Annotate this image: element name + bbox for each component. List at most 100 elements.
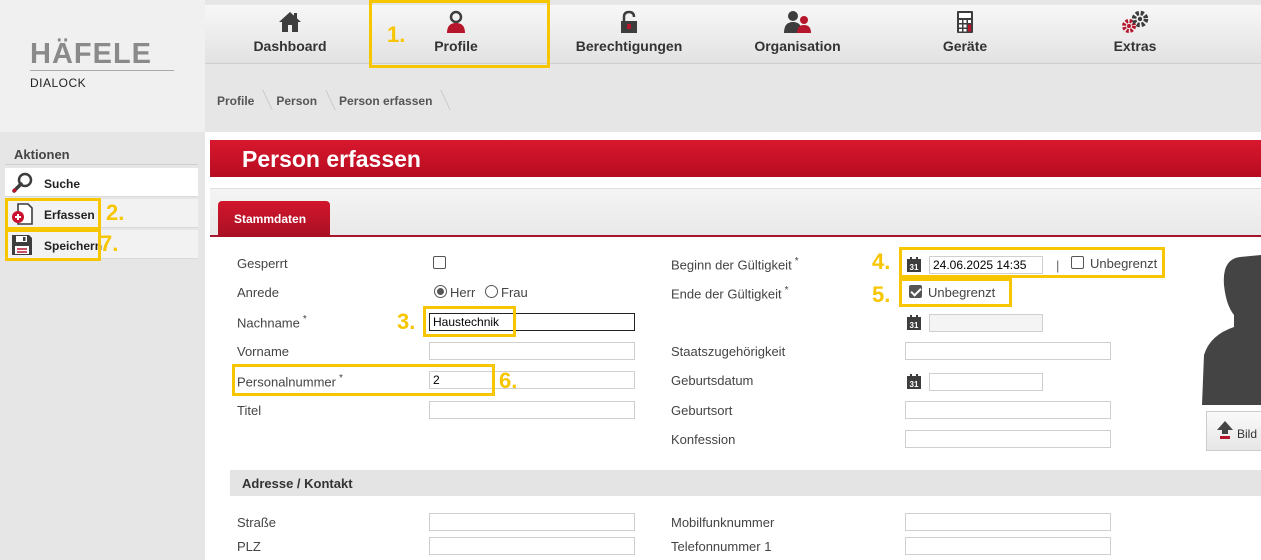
- breadcrumb: Profile Person Person erfassen: [217, 87, 452, 115]
- logo-area: HÄFELE DIALOCK: [0, 0, 205, 132]
- breadcrumb-person[interactable]: Person: [276, 94, 337, 108]
- required-marker: *: [302, 314, 307, 325]
- ende-date-input[interactable]: [929, 314, 1043, 332]
- nav-label: Dashboard: [253, 38, 327, 54]
- nav-berechtigungen[interactable]: Berechtigungen: [569, 10, 689, 62]
- date-separator: |: [1056, 258, 1060, 273]
- nav-label: Berechtigungen: [575, 38, 683, 54]
- actions-sidebar: Aktionen Suche Erfassen Speichern: [0, 132, 205, 560]
- mobilfunknummer-label: Mobilfunknummer: [671, 515, 775, 530]
- vorname-input[interactable]: [429, 342, 635, 360]
- annotation-number-5: 5.: [872, 282, 891, 307]
- personalnummer-input[interactable]: [429, 371, 635, 389]
- nachname-label: Nachname *: [237, 314, 307, 330]
- mobilfunknummer-input[interactable]: [905, 513, 1111, 531]
- titel-input[interactable]: [429, 401, 635, 419]
- annotation-number-2: 2.: [106, 200, 125, 225]
- geburtsort-label: Geburtsort: [671, 403, 733, 418]
- upload-photo-label: Bild: [1237, 427, 1258, 441]
- page-title: Person erfassen: [242, 146, 421, 172]
- upload-photo-button[interactable]: Bild: [1206, 411, 1261, 451]
- svg-text:31: 31: [910, 321, 919, 330]
- staatszugehoerigkeit-input[interactable]: [905, 342, 1111, 360]
- svg-text:31: 31: [910, 263, 919, 272]
- calculator-icon: [925, 10, 1005, 36]
- gesperrt-checkbox[interactable]: [433, 256, 446, 269]
- strasse-label: Straße: [237, 515, 277, 530]
- personalnummer-label: Personalnummer *: [237, 373, 343, 389]
- personalnummer-label-text: Personalnummer: [237, 374, 336, 390]
- required-marker: *: [784, 285, 789, 296]
- telefonnummer-label: Telefonnummer 1: [671, 539, 772, 554]
- beginn-unbegrenzt-label: Unbegrenzt: [1090, 256, 1158, 271]
- section-title: Adresse / Kontakt: [242, 476, 353, 491]
- sidebar-item-erfassen[interactable]: Erfassen: [5, 199, 198, 228]
- nav-label: Geräte: [942, 38, 988, 54]
- beginn-date-input[interactable]: [929, 256, 1043, 274]
- add-document-icon: [11, 203, 33, 225]
- plz-input[interactable]: [429, 537, 635, 555]
- beginn-label: Beginn der Gültigkeit *: [671, 256, 799, 272]
- anrede-frau-radio[interactable]: [485, 285, 498, 298]
- logo-divider: [30, 70, 174, 71]
- telefonnummer-input[interactable]: [905, 537, 1111, 555]
- nav-geraete[interactable]: Geräte: [925, 10, 1005, 62]
- nav-organisation[interactable]: Organisation: [745, 10, 850, 62]
- floppy-disk-icon: [11, 234, 33, 256]
- geburtsort-input[interactable]: [905, 401, 1111, 419]
- nav-label: Profile: [434, 38, 478, 54]
- staatszugehoerigkeit-label: Staatszugehörigkeit: [671, 344, 786, 359]
- ende-label: Ende der Gültigkeit *: [671, 285, 788, 301]
- annotation-number-7: 7.: [100, 231, 119, 256]
- sidebar-header: Aktionen: [5, 137, 198, 165]
- ende-unbegrenzt-checkbox[interactable]: [909, 285, 922, 298]
- calendar-icon[interactable]: 31: [907, 374, 921, 389]
- sidebar-item-suche[interactable]: Suche: [5, 168, 198, 197]
- tab-stammdaten[interactable]: Stammdaten: [218, 201, 330, 237]
- padlock-icon: [569, 10, 689, 36]
- titel-label: Titel: [237, 403, 262, 418]
- beginn-unbegrenzt-checkbox[interactable]: [1071, 256, 1084, 269]
- annotation-number-1: 1.: [387, 22, 406, 47]
- nav-profile[interactable]: Profile: [411, 10, 501, 62]
- sidebar-item-label: Suche: [44, 177, 81, 191]
- vorname-label: Vorname: [237, 344, 290, 359]
- anrede-label: Anrede: [237, 285, 279, 300]
- person-icon: [411, 10, 501, 36]
- page-title-bar: Person erfassen: [210, 140, 1261, 177]
- anrede-herr-radio[interactable]: [434, 285, 447, 298]
- brand-logo: HÄFELE: [30, 38, 152, 70]
- svg-text:31: 31: [910, 380, 919, 389]
- breadcrumb-profile[interactable]: Profile: [217, 94, 274, 108]
- beginn-label-text: Beginn der Gültigkeit: [671, 257, 792, 273]
- geburtsdatum-input[interactable]: [929, 373, 1043, 391]
- sidebar-item-label: Speichern: [44, 239, 103, 253]
- breadcrumb-person-erfassen: Person erfassen: [339, 94, 452, 108]
- strasse-input[interactable]: [429, 513, 635, 531]
- nachname-input[interactable]: [429, 313, 635, 331]
- nav-extras[interactable]: Extras: [1095, 10, 1175, 62]
- section-adresse-kontakt: Adresse / Kontakt: [230, 470, 1261, 496]
- required-marker: *: [794, 256, 799, 267]
- annotation-number-6: 6.: [499, 368, 518, 393]
- home-icon: [245, 10, 335, 36]
- group-icon: [745, 10, 850, 36]
- anrede-frau-label: Frau: [501, 285, 528, 300]
- tab-label: Stammdaten: [234, 212, 307, 226]
- upload-arrow-icon: [1217, 421, 1233, 439]
- tab-strip: Stammdaten: [210, 189, 1261, 237]
- anrede-herr-label: Herr: [450, 285, 476, 300]
- nav-label: Organisation: [754, 38, 841, 54]
- ende-label-text: Ende der Gültigkeit: [671, 286, 782, 302]
- geburtsdatum-label: Geburtsdatum: [671, 373, 754, 388]
- magnifier-icon: [11, 172, 33, 194]
- calendar-icon[interactable]: 31: [907, 315, 921, 330]
- annotation-number-4: 4.: [872, 249, 891, 274]
- ende-unbegrenzt-label: Unbegrenzt: [928, 285, 996, 300]
- annotation-number-3: 3.: [397, 309, 416, 334]
- main-menu-bar: Dashboard Profile Berechtigungen Organis…: [205, 5, 1261, 64]
- product-name: DIALOCK: [30, 76, 87, 90]
- nav-dashboard[interactable]: Dashboard: [245, 10, 335, 62]
- konfession-input[interactable]: [905, 430, 1111, 448]
- calendar-icon[interactable]: 31: [907, 257, 921, 272]
